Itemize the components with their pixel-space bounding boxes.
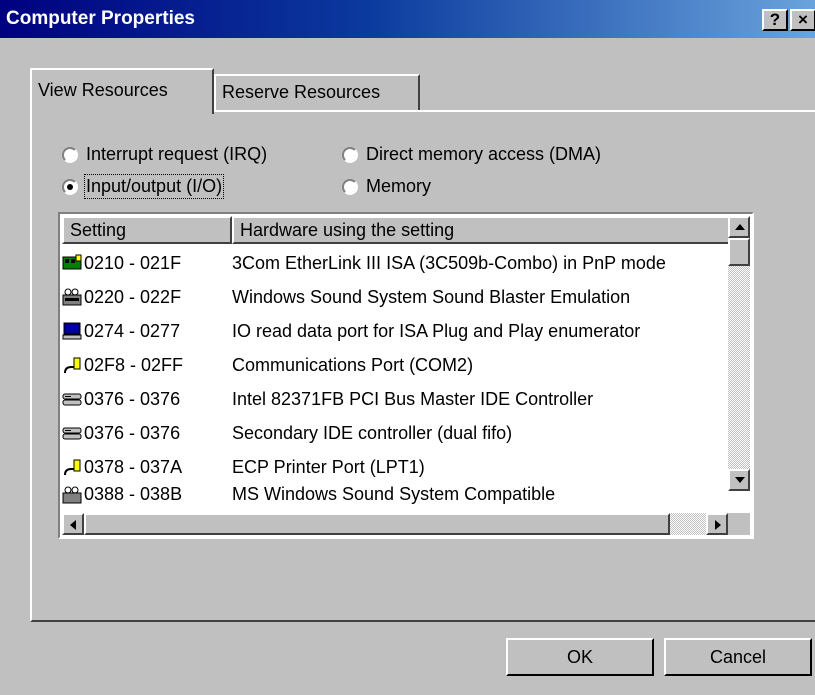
setting-value: 0376 - 0376 [84, 388, 181, 409]
sound-card-icon [62, 288, 82, 306]
vertical-scrollbar[interactable] [728, 216, 750, 491]
resource-list[interactable]: Setting Hardware using the setting 0210 … [58, 212, 754, 539]
help-button[interactable]: ? [762, 9, 788, 31]
setting-value: 0210 - 021F [84, 252, 182, 273]
column-header-setting[interactable]: Setting [62, 216, 232, 244]
hardware-value: MS Windows Sound System Compatible [232, 484, 556, 504]
computer-icon [62, 322, 82, 340]
horizontal-scrollbar[interactable] [62, 513, 728, 535]
hardware-value: ECP Printer Port (LPT1) [232, 456, 425, 477]
radio-dma-label: Direct memory access (DMA) [366, 144, 602, 164]
chevron-down-icon [735, 477, 745, 483]
chevron-left-icon [70, 520, 76, 530]
radio-dma[interactable]: Direct memory access (DMA) [342, 144, 601, 165]
horizontal-scroll-thumb[interactable] [84, 513, 670, 535]
list-item[interactable]: 0388 - 038B MS Windows Sound System Comp… [62, 484, 730, 504]
hardware-value: Communications Port (COM2) [232, 354, 474, 375]
port-icon [64, 459, 81, 476]
hardware-value: IO read data port for ISA Plug and Play … [232, 320, 641, 341]
list-item[interactable]: 0376 - 0376 Secondary IDE controller (du… [62, 416, 730, 450]
setting-value: 0388 - 038B [84, 484, 183, 504]
setting-value: 02F8 - 02FF [84, 354, 184, 375]
scrollbar-corner [728, 513, 750, 535]
vertical-scroll-thumb[interactable] [728, 238, 750, 266]
setting-value: 0378 - 037A [84, 456, 183, 477]
list-item[interactable]: 02F8 - 02FF Communications Port (COM2) [62, 348, 730, 382]
list-item[interactable]: 0210 - 021F 3Com EtherLink III ISA (3C50… [62, 246, 730, 280]
scroll-down-button[interactable] [728, 469, 750, 491]
disk-controller-icon [62, 427, 82, 440]
scroll-left-button[interactable] [62, 513, 84, 535]
window-title: Computer Properties [6, 8, 195, 29]
chevron-up-icon [735, 224, 745, 230]
column-header-hardware[interactable]: Hardware using the setting [232, 216, 730, 244]
hardware-value: Intel 82371FB PCI Bus Master IDE Control… [232, 388, 594, 409]
chevron-right-icon [715, 520, 721, 530]
setting-value: 0274 - 0277 [84, 320, 181, 341]
cancel-button[interactable]: Cancel [664, 638, 812, 676]
disk-controller-icon [62, 393, 82, 406]
list-rows: 0210 - 021F 3Com EtherLink III ISA (3C50… [62, 246, 730, 504]
network-card-icon [62, 254, 82, 270]
hardware-value: 3Com EtherLink III ISA (3C509b-Combo) in… [232, 252, 666, 273]
scroll-up-button[interactable] [728, 216, 750, 238]
radio-irq[interactable]: Interrupt request (IRQ) [62, 144, 267, 165]
radio-irq-label: Interrupt request (IRQ) [86, 144, 268, 164]
ok-button[interactable]: OK [506, 638, 654, 676]
port-icon [64, 357, 81, 374]
hardware-value: Secondary IDE controller (dual fifo) [232, 422, 513, 443]
setting-value: 0376 - 0376 [84, 422, 181, 443]
list-item[interactable]: 0274 - 0277 IO read data port for ISA Pl… [62, 314, 730, 348]
radio-memory[interactable]: Memory [342, 176, 431, 197]
scroll-right-button[interactable] [706, 513, 728, 535]
radio-dma-circle [342, 146, 358, 163]
title-bar[interactable]: Computer Properties ? × [0, 0, 815, 38]
close-button[interactable]: × [790, 9, 815, 31]
list-item[interactable]: 0376 - 0376 Intel 82371FB PCI Bus Master… [62, 382, 730, 416]
radio-irq-circle [62, 146, 78, 163]
radio-io[interactable]: Input/output (I/O) [62, 174, 225, 199]
radio-io-circle [62, 178, 78, 195]
tab-reserve-resources[interactable]: Reserve Resources [214, 74, 420, 112]
setting-value: 0220 - 022F [84, 286, 182, 307]
radio-memory-label: Memory [366, 176, 432, 196]
list-item[interactable]: 0220 - 022F Windows Sound System Sound B… [62, 280, 730, 314]
sound-card-icon [62, 486, 82, 503]
radio-memory-circle [342, 178, 358, 195]
radio-io-label: Input/output (I/O) [83, 174, 225, 199]
tab-join [32, 108, 212, 114]
list-item[interactable]: 0378 - 037A ECP Printer Port (LPT1) [62, 450, 730, 484]
hardware-value: Windows Sound System Sound Blaster Emula… [232, 286, 631, 307]
